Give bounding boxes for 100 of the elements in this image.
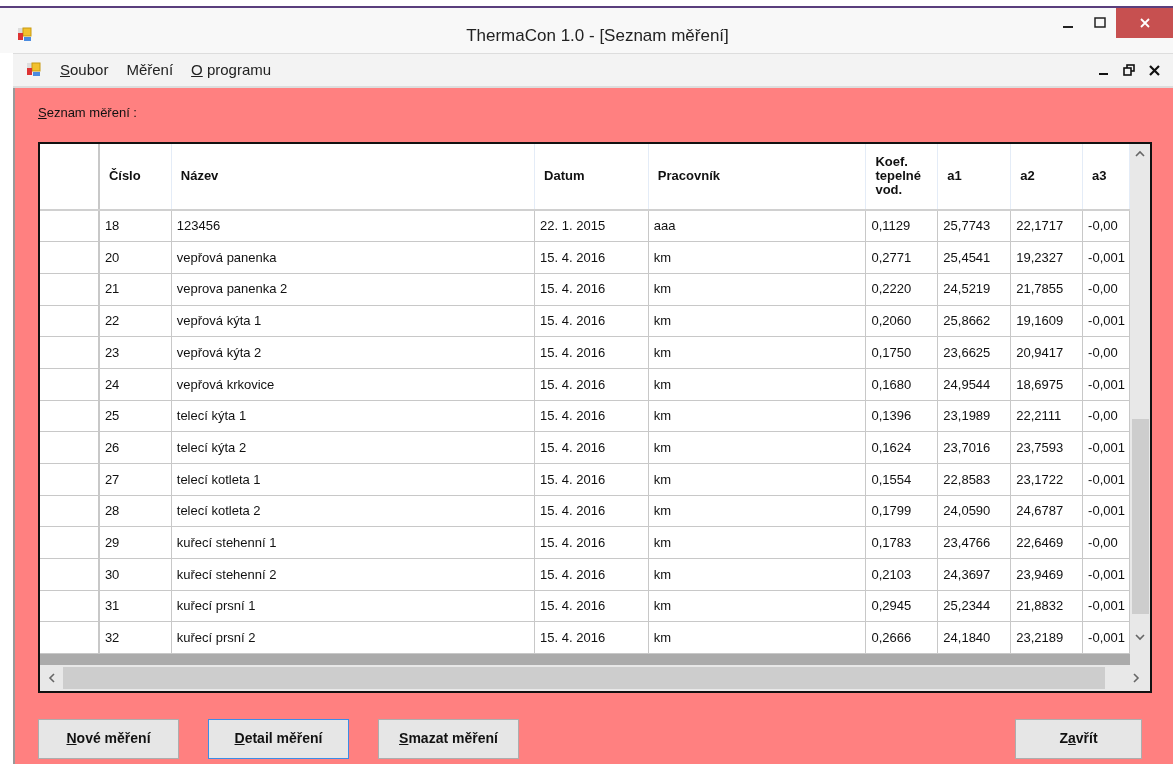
vertical-scrollbar[interactable] bbox=[1130, 143, 1150, 665]
menu-item[interactable]: Měření bbox=[126, 58, 174, 82]
action-button[interactable]: Nové měření bbox=[38, 718, 179, 759]
table-cell: km bbox=[648, 305, 867, 337]
menu-item[interactable]: O programu bbox=[191, 58, 272, 82]
table-cell: 0,1624 bbox=[866, 432, 939, 463]
table-cell: vepřová kýta 2 bbox=[171, 337, 536, 368]
section-label: Seznam měření : bbox=[38, 104, 137, 122]
table-cell: 26 bbox=[99, 432, 172, 463]
table-cell: 20,9417 bbox=[1011, 337, 1084, 368]
table-cell: vepřová panenka bbox=[171, 242, 536, 273]
table-cell: 23,7016 bbox=[938, 432, 1012, 463]
table-cell: 0,2945 bbox=[866, 590, 939, 622]
column-header[interactable]: Pracovník bbox=[648, 143, 867, 209]
table-cell: vepřová krkovice bbox=[171, 368, 536, 400]
app-icon bbox=[26, 62, 42, 78]
column-header[interactable]: a2 bbox=[1011, 143, 1084, 209]
close-icon[interactable] bbox=[1149, 64, 1160, 76]
table-cell: 22. 1. 2015 bbox=[535, 210, 649, 242]
table-cell: 0,2103 bbox=[866, 559, 939, 590]
table-cell: 30 bbox=[99, 559, 172, 590]
table-cell: 25,4541 bbox=[938, 242, 1012, 273]
table-cell: 23,1722 bbox=[1011, 464, 1084, 495]
scroll-right-icon[interactable] bbox=[1133, 672, 1140, 683]
table-cell: 24 bbox=[99, 368, 172, 400]
table-cell: 15. 4. 2016 bbox=[535, 559, 649, 590]
table-cell: 0,1554 bbox=[866, 464, 939, 495]
table-cell: 15. 4. 2016 bbox=[535, 495, 649, 527]
action-button[interactable]: Zavřít bbox=[1015, 718, 1142, 759]
table-cell: 123456 bbox=[171, 210, 536, 242]
table-cell: km bbox=[648, 432, 867, 463]
table-cell: 32 bbox=[99, 622, 172, 654]
table-cell: 15. 4. 2016 bbox=[535, 590, 649, 622]
table-cell: 0,2220 bbox=[866, 273, 939, 305]
table-cell: km bbox=[648, 368, 867, 400]
scroll-left-icon[interactable] bbox=[48, 672, 55, 683]
table-cell: telecí kýta 2 bbox=[171, 432, 536, 463]
column-header[interactable]: Název bbox=[171, 143, 536, 209]
action-button[interactable]: Detail měření bbox=[208, 718, 349, 759]
table-cell: 23,6625 bbox=[938, 337, 1012, 368]
scroll-up-icon[interactable] bbox=[1135, 149, 1145, 157]
table-cell: 25 bbox=[99, 400, 172, 432]
table-cell: km bbox=[648, 495, 867, 527]
table-cell: 0,1783 bbox=[866, 527, 939, 559]
table-cell: 15. 4. 2016 bbox=[535, 273, 649, 305]
table-cell: 18 bbox=[99, 210, 172, 242]
column-header[interactable]: Číslo bbox=[99, 143, 172, 209]
table-cell: 24,3697 bbox=[938, 559, 1012, 590]
column-header[interactable]: a1 bbox=[938, 143, 1012, 209]
table-cell: 24,1840 bbox=[938, 622, 1012, 654]
table-cell: 21 bbox=[99, 273, 172, 305]
restore-icon[interactable] bbox=[1123, 64, 1135, 76]
table-cell: kuřecí prsní 2 bbox=[171, 622, 536, 654]
table-cell: 15. 4. 2016 bbox=[535, 400, 649, 432]
maximize-icon bbox=[1094, 17, 1106, 29]
table-cell: 0,1680 bbox=[866, 368, 939, 400]
menu-item[interactable]: Soubor bbox=[60, 58, 109, 82]
table-cell: 18,6975 bbox=[1011, 368, 1084, 400]
column-header[interactable]: Koef. tepelné vod. bbox=[866, 143, 939, 209]
table-cell: 0,1750 bbox=[866, 337, 939, 368]
table-cell: kuřecí stehenní 2 bbox=[171, 559, 536, 590]
table-cell: kuřecí prsní 1 bbox=[171, 590, 536, 622]
table-cell: 15. 4. 2016 bbox=[535, 337, 649, 368]
table-cell: veprova panenka 2 bbox=[171, 273, 536, 305]
close-icon bbox=[1138, 17, 1151, 29]
table-cell: 22,6469 bbox=[1011, 527, 1084, 559]
minimize-icon bbox=[1063, 26, 1073, 28]
scrollbar-thumb[interactable] bbox=[1131, 418, 1149, 614]
app-icon bbox=[17, 27, 33, 43]
table-cell: 28 bbox=[99, 495, 172, 527]
table-cell: 23,9469 bbox=[1011, 559, 1084, 590]
table-cell: km bbox=[648, 464, 867, 495]
table-cell: 15. 4. 2016 bbox=[535, 368, 649, 400]
table-cell: 25,7743 bbox=[938, 210, 1012, 242]
table-cell: kuřecí stehenní 1 bbox=[171, 527, 536, 559]
table-cell: 24,5219 bbox=[938, 273, 1012, 305]
table-cell: km bbox=[648, 622, 867, 654]
close-button[interactable] bbox=[1116, 8, 1173, 38]
table-cell: km bbox=[648, 400, 867, 432]
table-cell: 15. 4. 2016 bbox=[535, 622, 649, 654]
table-cell: 24,6787 bbox=[1011, 495, 1084, 527]
table-cell: telecí kýta 1 bbox=[171, 400, 536, 432]
scroll-down-icon[interactable] bbox=[1135, 633, 1145, 641]
table-cell: km bbox=[648, 242, 867, 273]
table-cell: 25,8662 bbox=[938, 305, 1012, 337]
table-cell: 19,2327 bbox=[1011, 242, 1084, 273]
scrollbar-thumb[interactable] bbox=[63, 666, 1105, 689]
table-cell: km bbox=[648, 527, 867, 559]
table-cell: 23,1989 bbox=[938, 400, 1012, 432]
table-cell: 23,4766 bbox=[938, 527, 1012, 559]
table-cell: 24,9544 bbox=[938, 368, 1012, 400]
action-button[interactable]: Smazat měření bbox=[378, 718, 519, 759]
horizontal-scrollbar[interactable] bbox=[40, 664, 1150, 691]
table-cell: km bbox=[648, 590, 867, 622]
table-cell: 22,1717 bbox=[1011, 210, 1084, 242]
table-cell: 0,1129 bbox=[866, 210, 939, 242]
table-cell: km bbox=[648, 273, 867, 305]
column-header[interactable]: Datum bbox=[535, 143, 649, 209]
table-cell: km bbox=[648, 337, 867, 368]
table-cell: 24,0590 bbox=[938, 495, 1012, 527]
